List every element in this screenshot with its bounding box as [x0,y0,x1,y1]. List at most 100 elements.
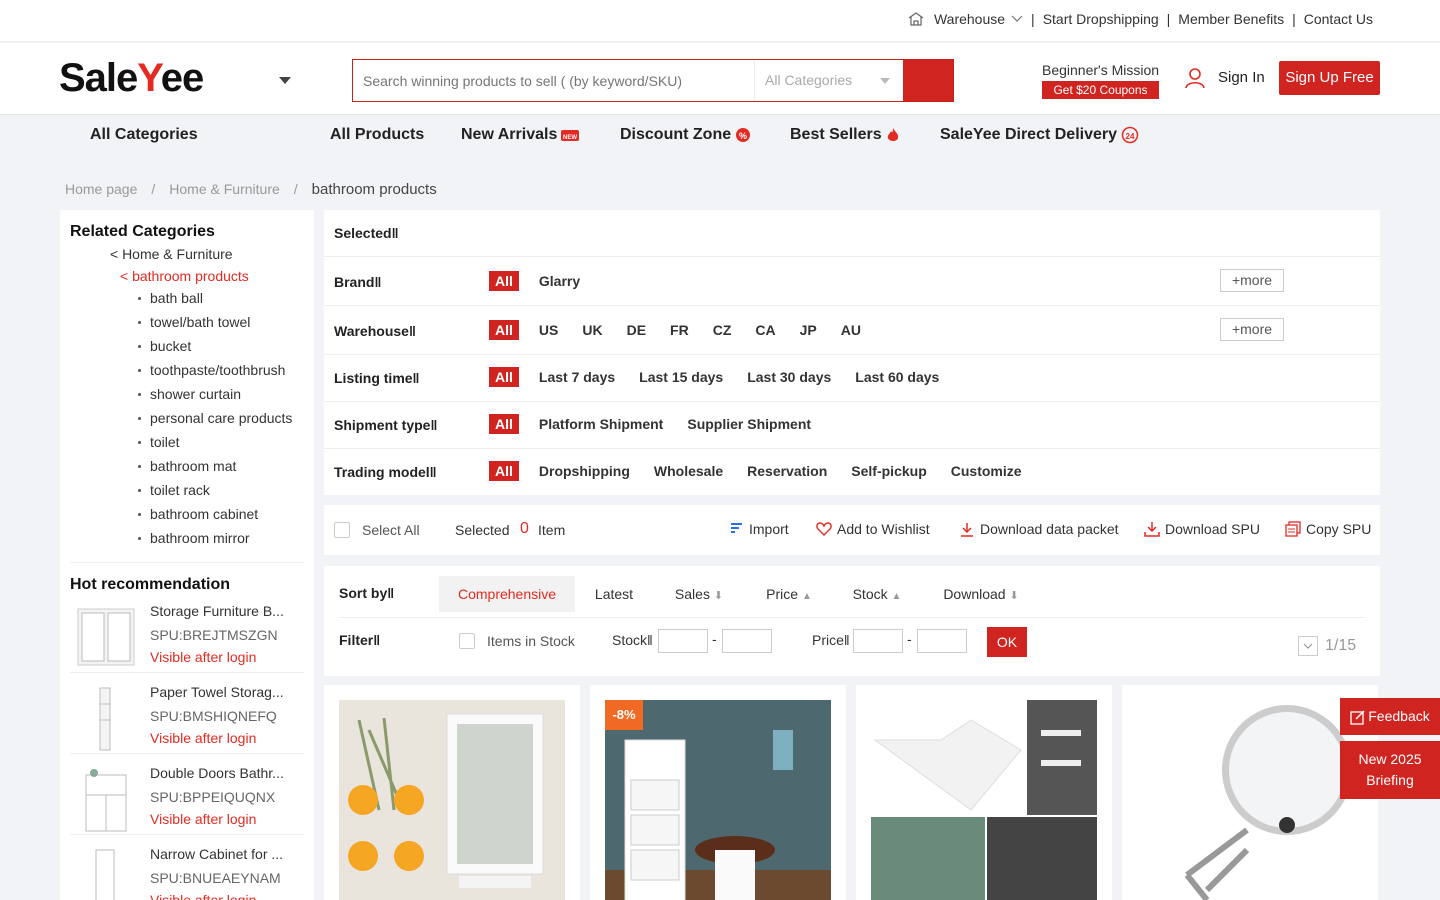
nav-discount-zone[interactable]: Discount Zone% [620,126,751,144]
filter-option[interactable]: US [539,322,558,338]
filter-option[interactable]: CZ [713,322,732,338]
product-card[interactable] [856,685,1112,900]
page-dropdown[interactable] [1298,636,1318,656]
breadcrumb-home-furniture[interactable]: Home & Furniture [169,181,279,198]
filter-option[interactable]: CA [755,322,775,338]
member-benefits-link[interactable]: Member Benefits [1178,11,1284,27]
sort-price[interactable]: Price ▲︎ [754,576,824,612]
user-icon[interactable] [1184,67,1206,89]
filter-all[interactable]: All [489,367,519,387]
filter-all[interactable]: All [489,461,519,481]
price-max-input[interactable] [917,629,967,653]
briefing-button[interactable]: New 2025 Briefing [1340,741,1440,799]
subcategory-item[interactable]: bathroom mat [138,458,292,482]
product-image[interactable] [871,700,1097,900]
filter-option[interactable]: Supplier Shipment [687,416,811,432]
import-button[interactable]: Import [729,521,789,537]
product-image[interactable] [1137,700,1363,900]
subcategory-item[interactable]: personal care products [138,410,292,434]
filter-option[interactable]: DE [627,322,646,338]
sign-in-link[interactable]: Sign In [1218,69,1265,86]
hot-item-name[interactable]: Storage Furniture B... [150,603,284,619]
in-stock-checkbox[interactable] [459,633,475,649]
sort-sales[interactable]: Sales ⬇ [664,576,734,612]
filter-ok-button[interactable]: OK [987,627,1027,657]
product-thumbnail[interactable] [70,684,140,754]
filter-option[interactable]: Last 60 days [855,369,939,385]
filter-option[interactable]: Last 30 days [747,369,831,385]
breadcrumb-home[interactable]: Home page [65,181,137,198]
filter-option[interactable]: AU [841,322,861,338]
sign-up-button[interactable]: Sign Up Free [1279,61,1380,95]
subcategory-item[interactable]: towel/bath towel [138,314,292,338]
hot-item-name[interactable]: Paper Towel Storag... [150,684,284,700]
product-thumbnail[interactable] [70,846,140,900]
more-button[interactable]: +more [1220,318,1284,341]
filter-option[interactable]: Last 7 days [539,369,615,385]
hot-item-price-hint[interactable]: Visible after login [150,892,256,900]
nav-all-products[interactable]: All Products [330,126,424,144]
contact-us-link[interactable]: Contact Us [1304,11,1373,27]
product-thumbnail[interactable] [70,603,140,673]
nav-direct-delivery[interactable]: SaleYee Direct Delivery 24 [940,126,1139,144]
stock-max-input[interactable] [722,629,772,653]
subcategory-item[interactable]: toilet [138,434,292,458]
filter-all[interactable]: All [489,271,519,291]
filter-option[interactable]: UK [582,322,602,338]
filter-option[interactable]: Self-pickup [851,463,926,479]
start-dropshipping-link[interactable]: Start Dropshipping [1043,11,1159,27]
search-button[interactable] [903,60,953,101]
sort-comprehensive[interactable]: Comprehensive [439,576,575,612]
subcategory-item[interactable]: bucket [138,338,292,362]
filter-option[interactable]: Glarry [539,273,580,289]
sort-latest[interactable]: Latest [584,576,644,612]
nav-new-arrivals[interactable]: New Arrivals NEW [461,126,580,144]
logo[interactable]: SaleYee [59,56,204,101]
product-card[interactable]: -8% [590,685,846,900]
select-all-label[interactable]: Select All [362,522,420,538]
filter-option[interactable]: JP [800,322,817,338]
warehouse-link[interactable]: Warehouse [934,11,1005,27]
more-button[interactable]: +more [1220,269,1284,292]
nav-best-sellers[interactable]: Best Sellers [790,126,900,144]
filter-all[interactable]: All [489,414,519,434]
subcategory-item[interactable]: shower curtain [138,386,292,410]
hot-item-name[interactable]: Double Doors Bathr... [150,765,284,781]
copy-spu-button[interactable]: Copy SPU [1285,521,1371,537]
filter-option[interactable]: Customize [951,463,1022,479]
filter-option[interactable]: FR [670,322,689,338]
sort-download[interactable]: Download ⬇ [936,576,1026,612]
filter-option[interactable]: Wholesale [654,463,723,479]
beginners-mission[interactable]: Beginner's Mission [1042,62,1159,78]
download-spu-button[interactable]: Download SPU [1144,521,1260,537]
select-all-checkbox[interactable] [334,522,350,538]
hot-item-name[interactable]: Narrow Cabinet for ... [150,846,283,862]
subcategory-item[interactable]: toilet rack [138,482,292,506]
stock-min-input[interactable] [658,629,708,653]
hot-item[interactable]: Narrow Cabinet for ... SPU:BNUEAEYNAM Vi… [70,846,304,900]
parent-category-link[interactable]: < Home & Furniture [110,246,233,262]
filter-all[interactable]: All [489,320,519,340]
add-to-wishlist-button[interactable]: Add to Wishlist [816,521,930,537]
filter-option[interactable]: Dropshipping [539,463,630,479]
hot-item-price-hint[interactable]: Visible after login [150,730,256,746]
in-stock-label[interactable]: Items in Stock [487,633,575,649]
coupon-badge[interactable]: Get $20 Coupons [1042,81,1159,99]
nav-all-categories[interactable]: All Categories [90,126,198,144]
filter-option[interactable]: Reservation [747,463,827,479]
download-data-packet-button[interactable]: Download data packet [960,521,1119,537]
current-category-link[interactable]: < bathroom products [120,268,249,284]
product-image[interactable] [339,700,565,900]
caret-down-icon[interactable] [279,77,291,84]
filter-option[interactable]: Platform Shipment [539,416,663,432]
search-input[interactable] [353,60,753,101]
feedback-button[interactable]: Feedback [1340,698,1440,735]
subcategory-item[interactable]: toothpaste/toothbrush [138,362,292,386]
price-min-input[interactable] [853,629,903,653]
subcategory-item[interactable]: bathroom cabinet [138,506,292,530]
filter-option[interactable]: Last 15 days [639,369,723,385]
sort-stock[interactable]: Stock ▲︎ [842,576,912,612]
hot-item-price-hint[interactable]: Visible after login [150,649,256,665]
product-thumbnail[interactable] [70,765,140,835]
product-card[interactable] [324,685,580,900]
